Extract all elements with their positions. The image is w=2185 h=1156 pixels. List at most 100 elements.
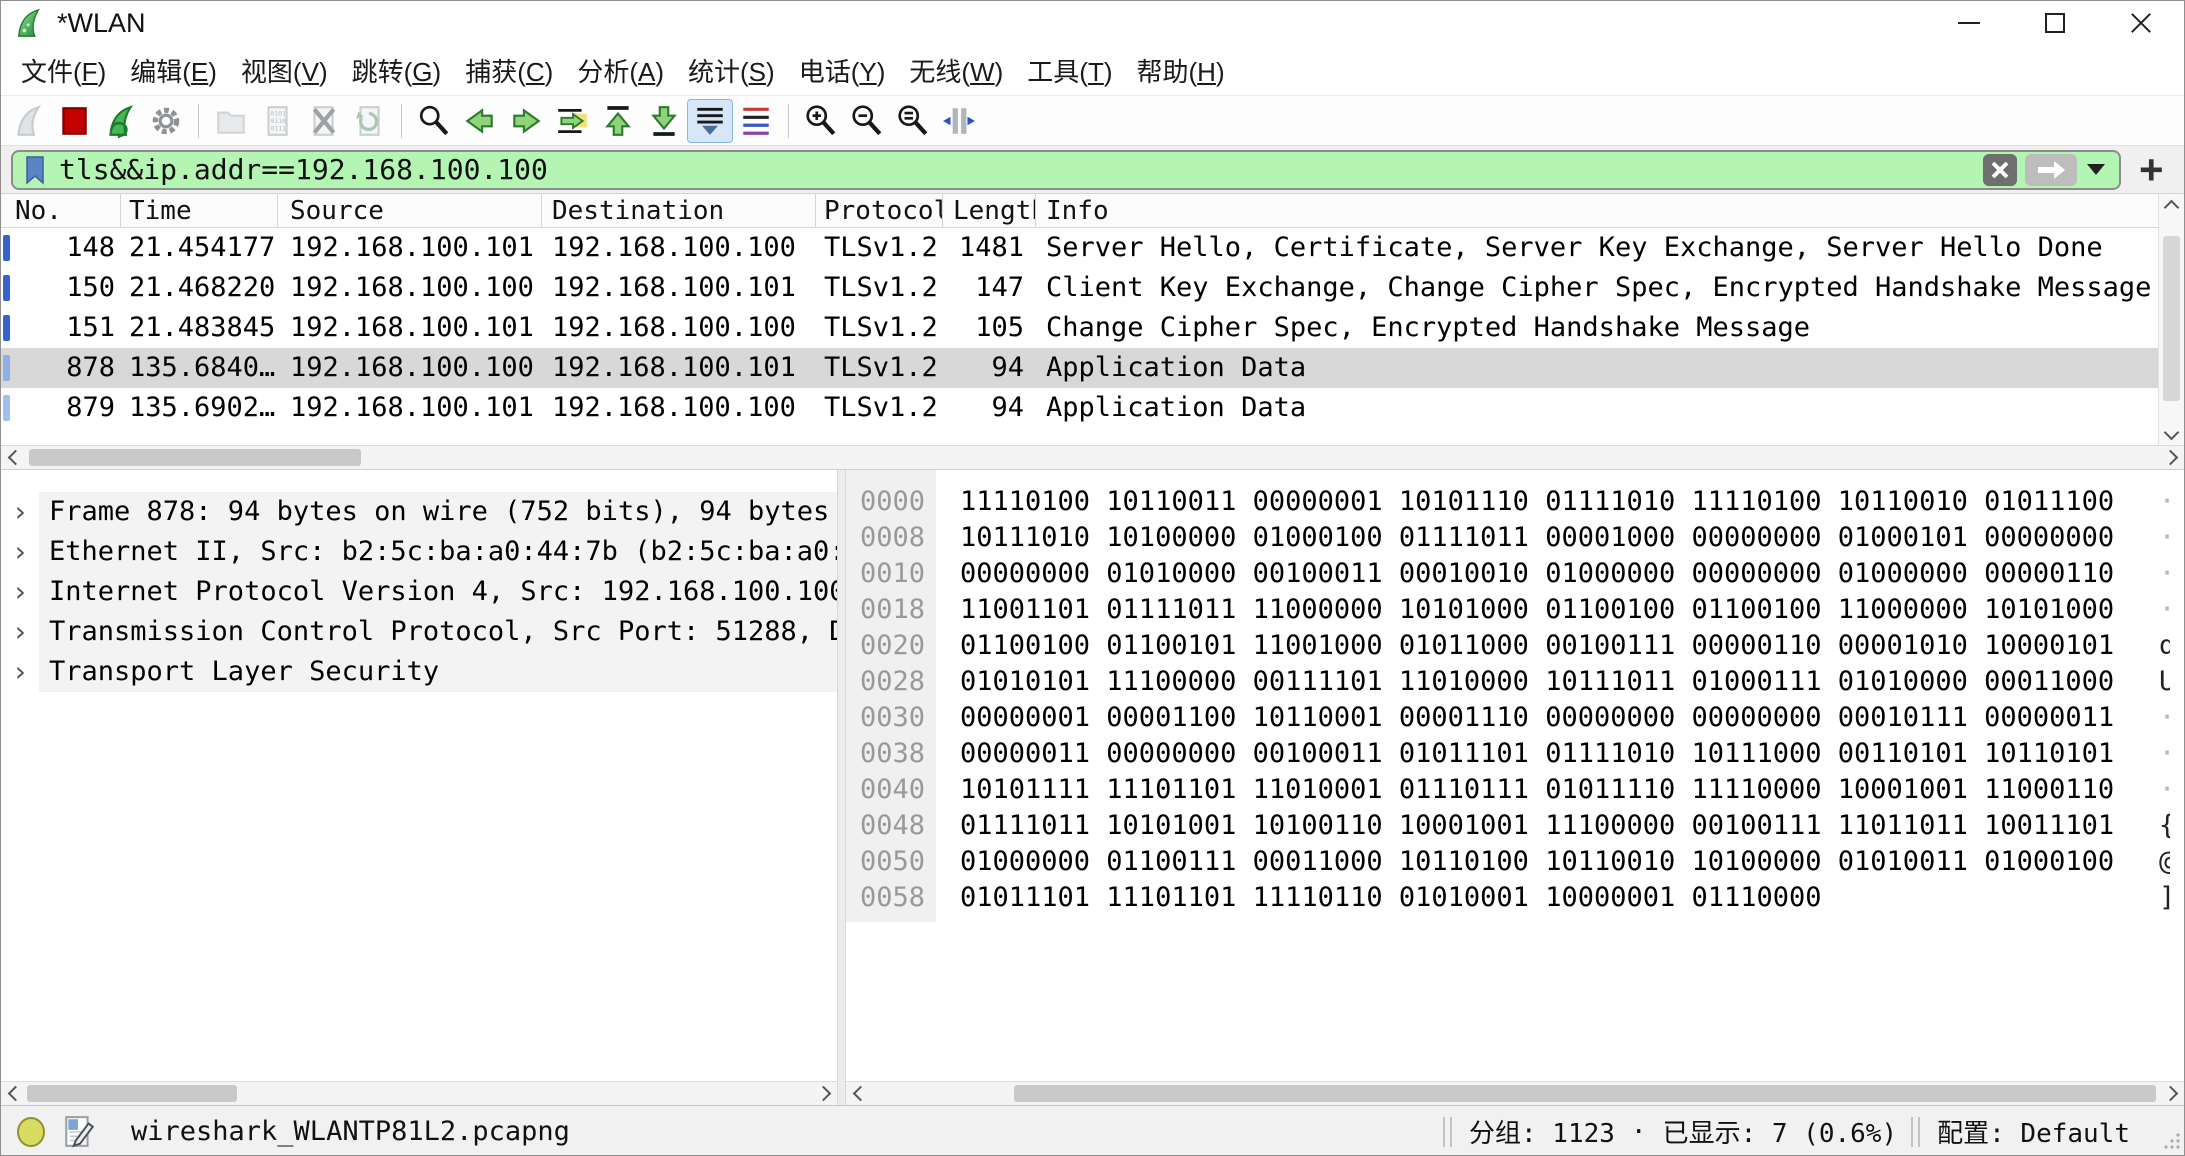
filter-clear-button[interactable] [1983,154,2017,186]
column-header-info[interactable]: Info [1036,194,2184,227]
expand-chevron-icon[interactable]: › [1,652,39,692]
minimize-button[interactable] [1926,1,2012,45]
scroll-thumb[interactable] [1014,1085,2156,1102]
expert-info-button[interactable] [15,1116,47,1148]
filter-add-button[interactable]: + [2139,150,2164,190]
scroll-thumb[interactable] [27,1085,237,1102]
byte-row-0000[interactable]: 000011110100 10110011 00000001 10101110 … [846,484,2184,520]
auto-scroll-button[interactable] [687,99,733,143]
packet-row-878[interactable]: 878135.6840…192.168.100.100192.168.100.1… [1,348,2184,388]
expand-chevron-icon[interactable]: › [1,492,39,532]
filter-apply-button[interactable] [2025,154,2077,186]
packet-row-151[interactable]: 15121.483845192.168.100.101192.168.100.1… [1,308,2184,348]
zoom-in-button[interactable] [798,99,844,143]
find-packet-button[interactable] [411,99,457,143]
byte-row-0030[interactable]: 003000000001 00001100 10110001 00001110 … [846,700,2184,736]
close-button[interactable] [2098,1,2184,45]
scroll-left-arrow[interactable] [848,1082,872,1105]
packet-row-150[interactable]: 15021.468220192.168.100.100192.168.100.1… [1,268,2184,308]
scroll-left-arrow[interactable] [3,1082,27,1105]
go-forward-button[interactable] [503,99,549,143]
detail-row-0[interactable]: ›Frame 878: 94 bytes on wire (752 bits),… [1,492,837,532]
file-reload-button [346,99,392,143]
scroll-left-arrow[interactable] [3,446,27,469]
menu-y[interactable]: 电话(Y) [787,52,898,89]
bytes-horizontal-scrollbar[interactable] [846,1081,2184,1105]
scroll-right-arrow[interactable] [811,1082,835,1105]
capture-stop-button[interactable] [51,99,97,143]
byte-row-0048[interactable]: 004801111011 10101001 10100110 10001001 … [846,808,2184,844]
scroll-thumb[interactable] [29,449,361,466]
scroll-up-arrow[interactable] [2158,194,2184,220]
go-first-button[interactable] [595,99,641,143]
byte-offset: 0010 [846,556,936,592]
go-to-packet-button[interactable] [549,99,595,143]
menu-g[interactable]: 跳转(G) [340,52,454,89]
scroll-right-arrow[interactable] [2158,446,2182,469]
profile-selector[interactable]: 配置: Default [1937,1113,2130,1150]
display-filter-input[interactable] [53,152,1983,188]
expand-chevron-icon[interactable]: › [1,532,39,572]
byte-row-0010[interactable]: 001000000000 01010000 00100011 00010010 … [846,556,2184,592]
colorize-button[interactable] [733,99,779,143]
zoom-normal-button[interactable] [890,99,936,143]
packet-row-148[interactable]: 14821.454177192.168.100.101192.168.100.1… [1,228,2184,268]
menu-h[interactable]: 帮助(H) [1125,52,1237,89]
byte-row-0028[interactable]: 002801010101 11100000 00111101 11010000 … [846,664,2184,700]
expand-chevron-icon[interactable]: › [1,572,39,612]
detail-row-1[interactable]: ›Ethernet II, Src: b2:5c:ba:a0:44:7b (b2… [1,532,837,572]
menu-v[interactable]: 视图(V) [229,52,340,89]
byte-ascii: · [2159,484,2170,520]
capture-filename[interactable]: wireshark_WLANTP81L2.pcapng [131,1116,570,1147]
column-header-src[interactable]: Source [278,194,542,227]
menu-w[interactable]: 无线(W) [897,52,1015,89]
column-header-proto[interactable]: Protocol [816,194,943,227]
maximize-button[interactable] [2012,1,2098,45]
detail-row-3[interactable]: ›Transmission Control Protocol, Src Port… [1,612,837,652]
cell-info: Server Hello, Certificate, Server Key Ex… [1036,228,2184,268]
display-filter-field[interactable] [11,150,2121,190]
column-header-dst[interactable]: Destination [542,194,816,227]
cell-proto: TLSv1.2 [816,228,943,268]
byte-row-0038[interactable]: 003800000011 00000000 00100011 01011101 … [846,736,2184,772]
details-horizontal-scrollbar[interactable] [1,1081,837,1105]
filter-bookmark-icon[interactable] [23,155,47,185]
go-last-button[interactable] [641,99,687,143]
packet-row-879[interactable]: 879135.6902…192.168.100.101192.168.100.1… [1,388,2184,428]
apply-arrow-icon [2036,160,2066,180]
column-header-time[interactable]: Time [121,194,278,227]
zoom-out-button[interactable] [844,99,890,143]
menu-s[interactable]: 统计(S) [676,52,787,89]
packet-list-vertical-scrollbar[interactable] [2158,194,2184,445]
byte-row-0040[interactable]: 004010101111 11101101 11010001 01110111 … [846,772,2184,808]
byte-row-0008[interactable]: 000810111010 10100000 01000100 01111011 … [846,520,2184,556]
resize-columns-button[interactable] [936,99,982,143]
column-header-no[interactable]: No. [1,194,121,227]
capture-restart-button[interactable] [97,99,143,143]
menu-e[interactable]: 编辑(E) [118,52,229,89]
go-back-button[interactable] [457,99,503,143]
packet-list-horizontal-scrollbar[interactable] [1,445,2184,469]
detail-row-4[interactable]: ›Transport Layer Security [1,652,837,692]
scroll-right-arrow[interactable] [2158,1082,2182,1105]
byte-row-0020[interactable]: 002001100100 01100101 11001000 01011000 … [846,628,2184,664]
capture-options-button[interactable] [143,99,189,143]
menu-a[interactable]: 分析(A) [565,52,676,89]
capture-comment-button[interactable] [63,1115,95,1149]
expand-chevron-icon[interactable]: › [1,612,39,652]
pane-splitter[interactable] [837,470,846,1105]
byte-row-0058[interactable]: 005801011101 11101101 11110110 01010001 … [846,880,2184,916]
find-packet-icon [417,104,451,138]
toolbar-separator [401,104,402,138]
menu-c[interactable]: 捕获(C) [453,52,565,89]
byte-row-0050[interactable]: 005001000000 01100111 00011000 10110100 … [846,844,2184,880]
detail-row-2[interactable]: ›Internet Protocol Version 4, Src: 192.1… [1,572,837,612]
column-header-len[interactable]: Length [943,194,1036,227]
scroll-down-arrow[interactable] [2158,419,2184,445]
byte-row-0018[interactable]: 001811001101 01111011 11000000 10101000 … [846,592,2184,628]
resize-grip[interactable] [2160,1129,2182,1155]
menu-f[interactable]: 文件(F) [9,52,118,89]
menu-t[interactable]: 工具(T) [1015,52,1124,89]
scroll-thumb[interactable] [2163,236,2180,401]
filter-dropdown-chevron-icon[interactable] [2087,164,2105,175]
